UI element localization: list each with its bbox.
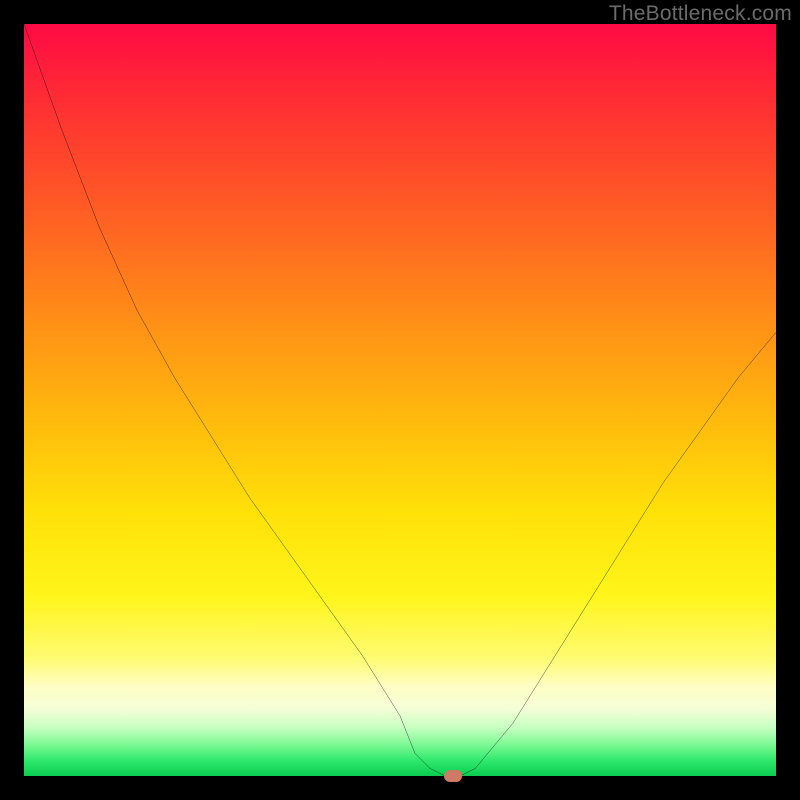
optimal-point-marker <box>444 770 462 782</box>
chart-frame: TheBottleneck.com <box>0 0 800 800</box>
bottleneck-curve-svg <box>24 24 776 776</box>
plot-area <box>24 24 776 776</box>
watermark-label: TheBottleneck.com <box>609 2 792 26</box>
bottleneck-curve-path <box>24 24 776 776</box>
